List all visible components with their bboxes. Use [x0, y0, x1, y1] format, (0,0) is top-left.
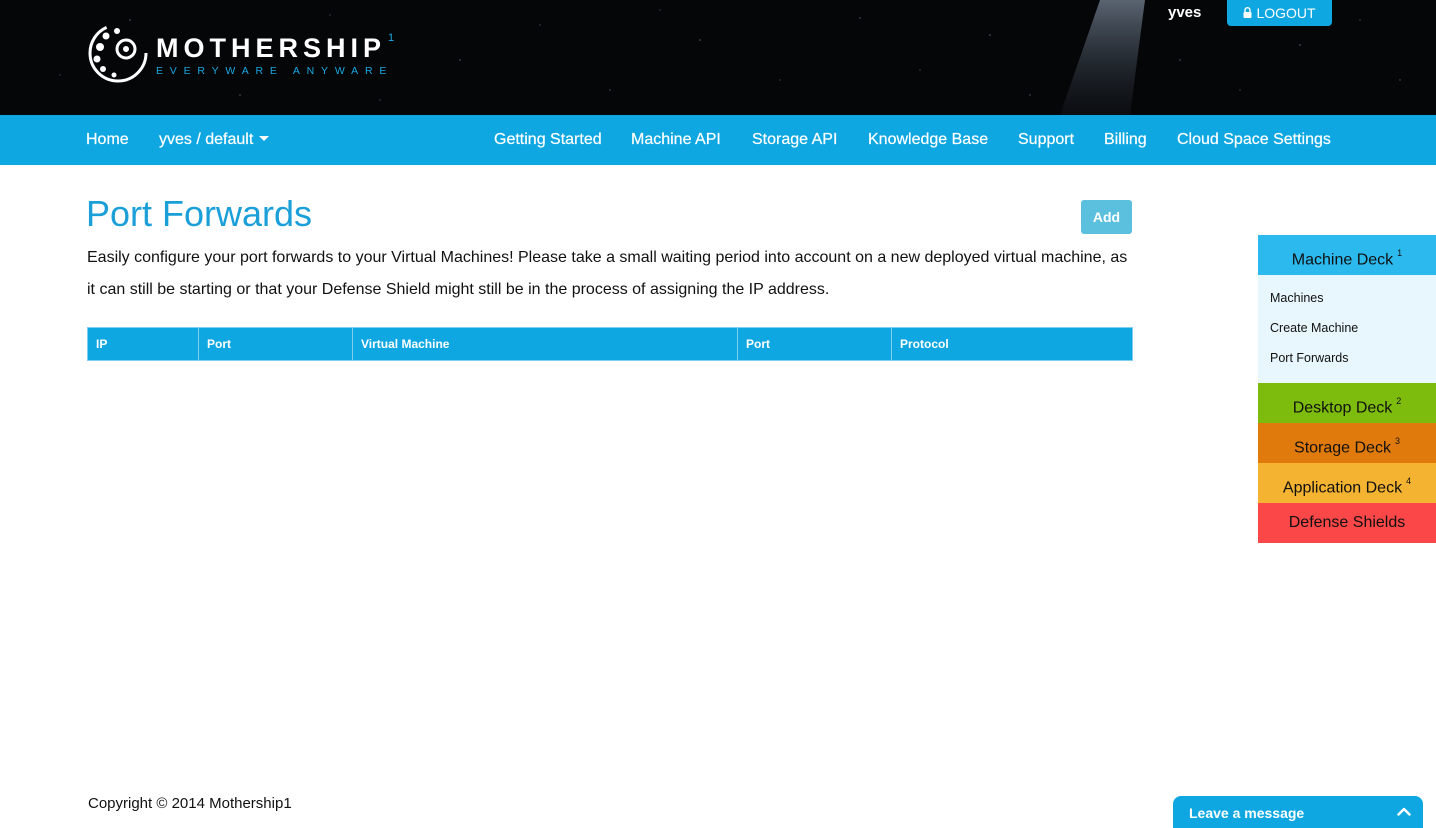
site-header: MOTHERSHIP 1 EVERYWARE ANYWARE yves LOGOU…	[0, 0, 1436, 115]
port-forwards-table: IP Port Virtual Machine Port Protocol	[87, 327, 1133, 361]
nav-getting-started[interactable]: Getting Started	[494, 115, 602, 165]
column-header-ip[interactable]: IP	[87, 327, 199, 361]
defense-shields-label: Defense Shields	[1288, 514, 1406, 531]
application-deck-label: Application Deck	[1282, 479, 1403, 497]
nav-machine-api[interactable]: Machine API	[631, 115, 721, 165]
sidebar-item-create-machine[interactable]: Create Machine	[1258, 313, 1436, 343]
application-deck-header[interactable]: Application Deck 4	[1258, 463, 1436, 503]
sidebar-item-port-forwards[interactable]: Port Forwards	[1258, 343, 1436, 373]
machine-deck-number: 1	[1397, 248, 1403, 258]
logout-label: LOGOUT	[1256, 5, 1316, 21]
lock-icon	[1243, 6, 1252, 18]
chevron-up-icon	[1397, 807, 1411, 816]
storage-deck-header[interactable]: Storage Deck 3	[1258, 423, 1436, 463]
desktop-deck-number: 2	[1396, 396, 1402, 406]
storage-deck-label: Storage Deck	[1294, 439, 1391, 457]
column-header-virtual-machine[interactable]: Virtual Machine	[352, 327, 738, 361]
column-header-protocol[interactable]: Protocol	[891, 327, 1133, 361]
application-deck-number: 4	[1406, 476, 1412, 486]
nav-cloudspace-dropdown[interactable]: yves / default	[159, 115, 270, 165]
deck-sidebar: Machine Deck 1 Machines Create Machine Po…	[1258, 235, 1436, 543]
machine-deck-submenu: Machines Create Machine Port Forwards	[1258, 275, 1436, 383]
desktop-deck-label: Desktop Deck	[1292, 399, 1393, 417]
column-header-public-port[interactable]: Port	[198, 327, 353, 361]
logout-button[interactable]: LOGOUT	[1227, 0, 1332, 26]
mothership-logo[interactable]: MOTHERSHIP 1 EVERYWARE ANYWARE	[86, 18, 394, 88]
logo-tagline: EVERYWARE ANYWARE	[156, 64, 394, 77]
leave-message-widget[interactable]: Leave a message	[1173, 796, 1423, 828]
caret-down-icon	[259, 136, 270, 142]
desktop-deck-header[interactable]: Desktop Deck 2	[1258, 383, 1436, 423]
logo-title: MOTHERSHIP 1	[156, 31, 395, 63]
nav-support[interactable]: Support	[1018, 115, 1074, 165]
nav-cloud-space-settings[interactable]: Cloud Space Settings	[1177, 115, 1331, 165]
copyright-text: Copyright © 2014 Mothership1	[88, 795, 292, 812]
leave-message-label: Leave a message	[1189, 805, 1305, 821]
username-label: yves	[1168, 4, 1202, 21]
page-title: Port Forwards	[86, 193, 313, 234]
machine-deck-header[interactable]: Machine Deck 1	[1258, 235, 1436, 275]
storage-deck-number: 3	[1394, 436, 1400, 446]
nav-billing[interactable]: Billing	[1104, 115, 1147, 165]
defense-shields-header[interactable]: Defense Shields	[1258, 503, 1436, 543]
main-navbar: Home yves / default Getting Started Mach…	[0, 115, 1436, 165]
nav-cloudspace-label: yves / default	[159, 131, 254, 148]
table-header-row: IP Port Virtual Machine Port Protocol	[87, 327, 1133, 361]
sidebar-item-machines[interactable]: Machines	[1258, 283, 1436, 313]
nav-storage-api[interactable]: Storage API	[752, 115, 838, 165]
column-header-private-port[interactable]: Port	[737, 327, 892, 361]
nav-knowledge-base[interactable]: Knowledge Base	[868, 115, 988, 165]
add-port-forward-button[interactable]: Add	[1081, 200, 1132, 234]
nav-home[interactable]: Home	[86, 115, 129, 165]
intro-text: Easily configure your port forwards to y…	[87, 249, 1128, 298]
mothership-logo-icon	[88, 23, 148, 83]
machine-deck-label: Machine Deck	[1291, 251, 1394, 269]
